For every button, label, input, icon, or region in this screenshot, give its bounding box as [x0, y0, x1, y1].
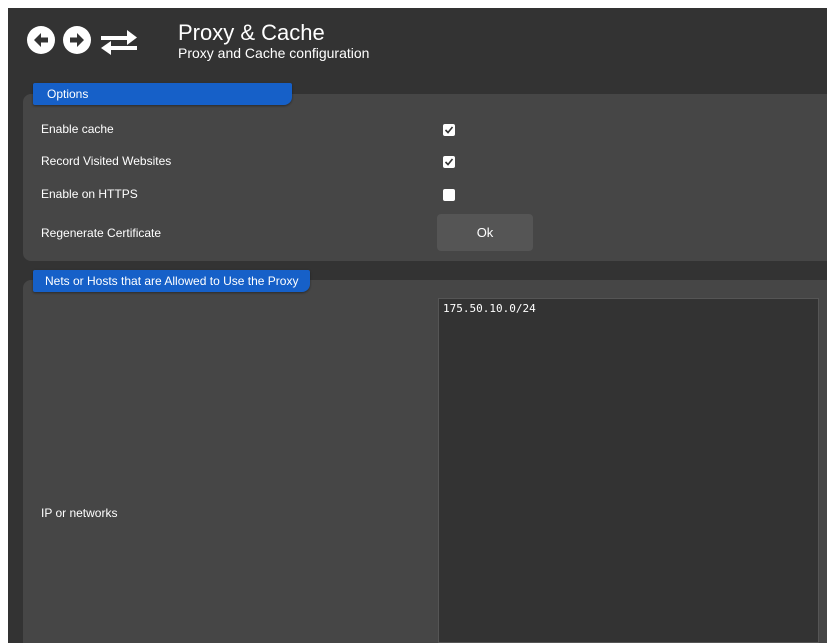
regenerate-ok-button[interactable]: Ok	[437, 214, 533, 251]
page-title: Proxy & Cache	[178, 20, 325, 45]
page-subtitle: Proxy and Cache configuration	[178, 45, 370, 61]
enable-cache-checkbox[interactable]	[443, 124, 455, 136]
regenerate-certificate-label: Regenerate Certificate	[41, 226, 162, 240]
enable-https-checkbox[interactable]	[443, 189, 455, 201]
ip-networks-label: IP or networks	[41, 506, 118, 520]
back-arrow-icon[interactable]	[26, 25, 56, 55]
options-legend: Options	[33, 83, 292, 105]
enable-cache-label: Enable cache	[41, 122, 114, 136]
app-window: Proxy & Cache Proxy and Cache configurat…	[8, 8, 827, 643]
header: Proxy & Cache Proxy and Cache configurat…	[8, 8, 827, 84]
nets-legend: Nets or Hosts that are Allowed to Use th…	[33, 270, 311, 292]
ip-networks-textarea[interactable]: 175.50.10.0/24	[438, 298, 819, 643]
swap-arrows-icon[interactable]	[99, 26, 139, 56]
record-visited-label: Record Visited Websites	[41, 154, 172, 168]
record-visited-checkbox[interactable]	[443, 156, 455, 168]
forward-arrow-icon[interactable]	[62, 25, 92, 55]
enable-https-label: Enable on HTTPS	[41, 187, 138, 201]
